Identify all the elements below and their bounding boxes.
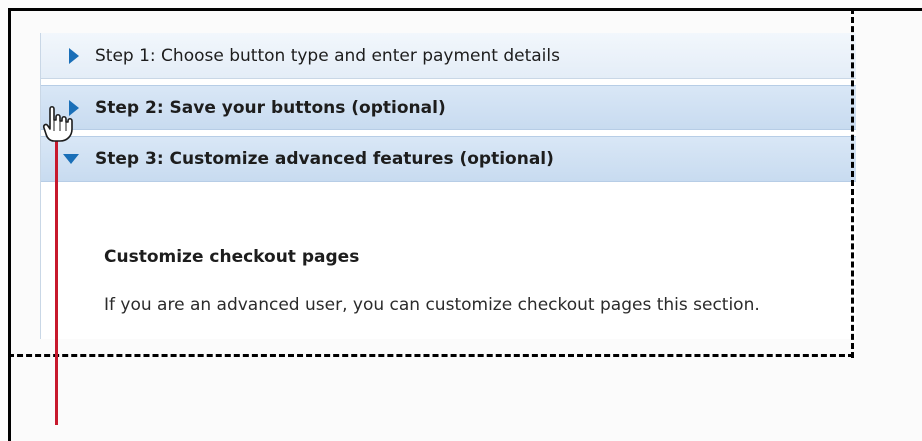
step-2-header[interactable]: Step 2: Save your buttons (optional)	[41, 85, 856, 130]
triangle-down-icon	[63, 154, 79, 164]
section-description: If you are an advanced user, you can cus…	[104, 295, 760, 315]
step-1-header[interactable]: Step 1: Choose button type and enter pay…	[41, 33, 856, 79]
triangle-right-icon	[69, 47, 79, 64]
step-2-label: Step 2: Save your buttons (optional)	[95, 97, 446, 118]
focus-outline-right	[851, 8, 854, 358]
focus-outline-bottom	[8, 354, 854, 357]
annotation-line	[55, 140, 58, 425]
accordion-panel: Step 1: Choose button type and enter pay…	[40, 33, 856, 339]
step-3-header[interactable]: Step 3: Customize advanced features (opt…	[41, 136, 856, 182]
left-frame-border	[8, 8, 11, 441]
top-frame-border	[8, 8, 922, 11]
hand-pointer-icon	[43, 105, 73, 142]
step-1-label: Step 1: Choose button type and enter pay…	[95, 45, 560, 66]
step-3-label: Step 3: Customize advanced features (opt…	[95, 149, 554, 169]
section-title: Customize checkout pages	[104, 247, 360, 267]
